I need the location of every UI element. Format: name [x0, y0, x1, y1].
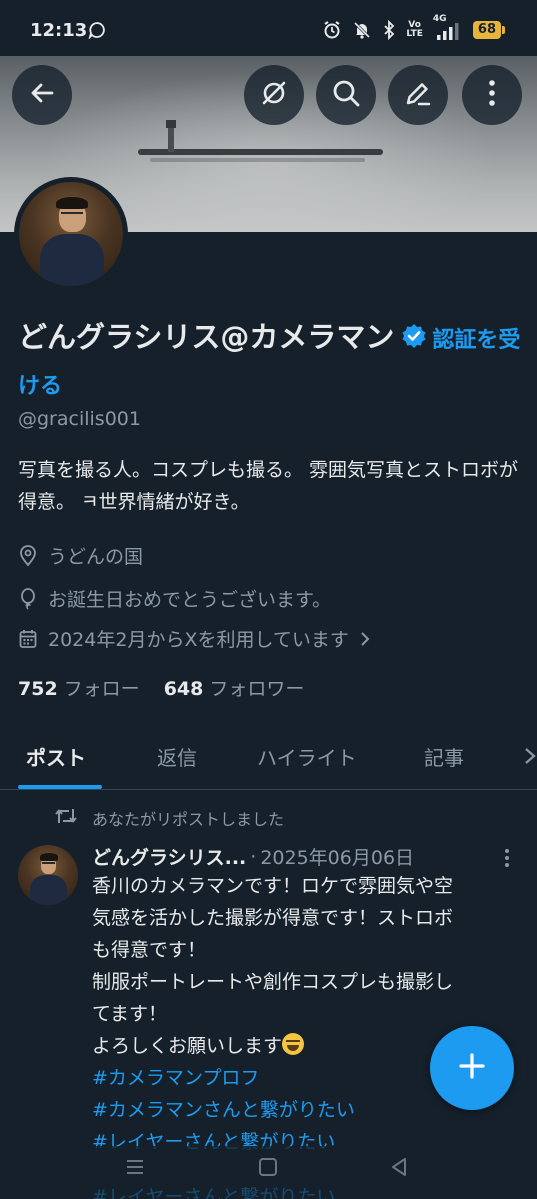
more-vertical-icon: [488, 79, 496, 111]
alarm-icon: [322, 20, 342, 40]
verified-badge-icon: [400, 319, 428, 361]
balloon-icon: [18, 587, 38, 610]
tweet-text: 香川のカメラマンです！ロケで雰囲気や空 気感を活かした撮影が得意です！ストロボ …: [92, 870, 522, 1158]
profile-tabs: ポスト 返信 ハイライト 記事: [0, 730, 537, 790]
location-text: うどんの国: [48, 546, 144, 568]
hashtag-peek: #レイヤーさんと繋がりたい: [92, 1186, 336, 1199]
tweet-separator: ·: [250, 845, 257, 868]
arrow-left-icon: [28, 79, 56, 111]
profile-handle: @gracilis001: [18, 408, 141, 430]
edit-button[interactable]: [388, 65, 448, 125]
more-options-button[interactable]: [462, 65, 522, 125]
battery-indicator: 68: [472, 21, 506, 39]
active-tab-indicator: [18, 785, 102, 789]
recent-apps-icon[interactable]: [124, 1156, 146, 1182]
repost-text: あなたがリポストしました: [92, 810, 285, 829]
repost-icon: [54, 806, 78, 830]
back-button[interactable]: [12, 65, 72, 125]
display-name-block: どんグラシリス@カメラマン 認証を受ける: [18, 316, 523, 408]
tweet-author-name[interactable]: どんグラシリス...: [92, 843, 246, 870]
following-count: 752: [18, 678, 58, 700]
search-icon: [331, 78, 361, 112]
birthday-text: お誕生日おめでとうございます。: [48, 589, 332, 611]
tweet-line: 制服ポートレートや創作コスプレも撮影し: [92, 971, 454, 993]
tweet-header: どんグラシリス... · 2025年06月06日: [92, 843, 414, 870]
status-time: 12:13: [30, 20, 88, 41]
tweet-line: てます！: [92, 1003, 168, 1025]
following-label: フォロー: [63, 678, 140, 700]
tweet-more-icon[interactable]: [503, 848, 511, 872]
followers-count: 648: [163, 678, 204, 700]
tab-posts[interactable]: ポスト: [26, 742, 86, 771]
joined-row[interactable]: 2024年2月からXを利用しています: [18, 625, 371, 652]
follow-stats: 752 フォロー 648 フォロワー: [18, 674, 304, 701]
volte-indicator: Vo LTE: [406, 20, 423, 39]
system-navigation-bar: #レイヤーさんと繋がりたい: [0, 1146, 537, 1199]
mute-bell-icon: [352, 20, 372, 40]
location-row: うどんの国: [18, 542, 143, 569]
tabs-scroll-chevron-icon[interactable]: [523, 745, 537, 771]
followers-label: フォロワー: [209, 678, 305, 700]
repost-indicator: あなたがリポストしました: [54, 806, 284, 830]
signal-icon: 4G: [433, 14, 463, 41]
tweet-date[interactable]: 2025年06月06日: [260, 843, 414, 870]
grok-button[interactable]: [244, 65, 304, 125]
tweet-line: も得意です！: [92, 939, 207, 961]
followers-link[interactable]: 648 フォロワー: [164, 674, 305, 701]
profile-bio: 写真を撮る人。コスプレも撮る。 雰囲気写真とストロボが得意。 ㅋ世界情緒が好き。: [18, 459, 519, 513]
calendar-icon: [18, 628, 38, 650]
tab-replies[interactable]: 返信: [157, 742, 197, 771]
following-link[interactable]: 752 フォロー: [18, 674, 140, 701]
plus-icon: [457, 1051, 487, 1085]
tab-articles[interactable]: 記事: [424, 742, 464, 771]
home-nav-icon[interactable]: [257, 1156, 279, 1182]
compose-post-button[interactable]: [430, 1026, 514, 1110]
birthday-row: お誕生日おめでとうございます。: [18, 585, 331, 612]
chat-bubble-icon: [88, 21, 106, 43]
joined-text: 2024年2月からXを利用しています: [48, 629, 349, 651]
bluetooth-icon: [382, 20, 396, 40]
profile-avatar[interactable]: [14, 177, 128, 291]
grok-icon: [259, 78, 289, 112]
display-name: どんグラシリス@カメラマン: [18, 320, 395, 354]
status-bar: 12:13 Vo LTE 4G 68: [0, 0, 537, 56]
tweet-line: 気感を活かした撮影が得意です！ストロボ: [92, 907, 454, 929]
tweet-line: 香川のカメラマンです！ロケで雰囲気や空: [92, 875, 454, 897]
laughing-face-emoji-icon: [282, 1033, 305, 1055]
tab-highlights[interactable]: ハイライト: [257, 742, 357, 771]
tweet-author-avatar[interactable]: [18, 845, 78, 905]
edit-icon: [403, 78, 433, 112]
search-button[interactable]: [316, 65, 376, 125]
location-pin-icon: [18, 544, 38, 567]
chevron-right-icon: [359, 630, 371, 648]
back-nav-icon[interactable]: [388, 1156, 410, 1182]
